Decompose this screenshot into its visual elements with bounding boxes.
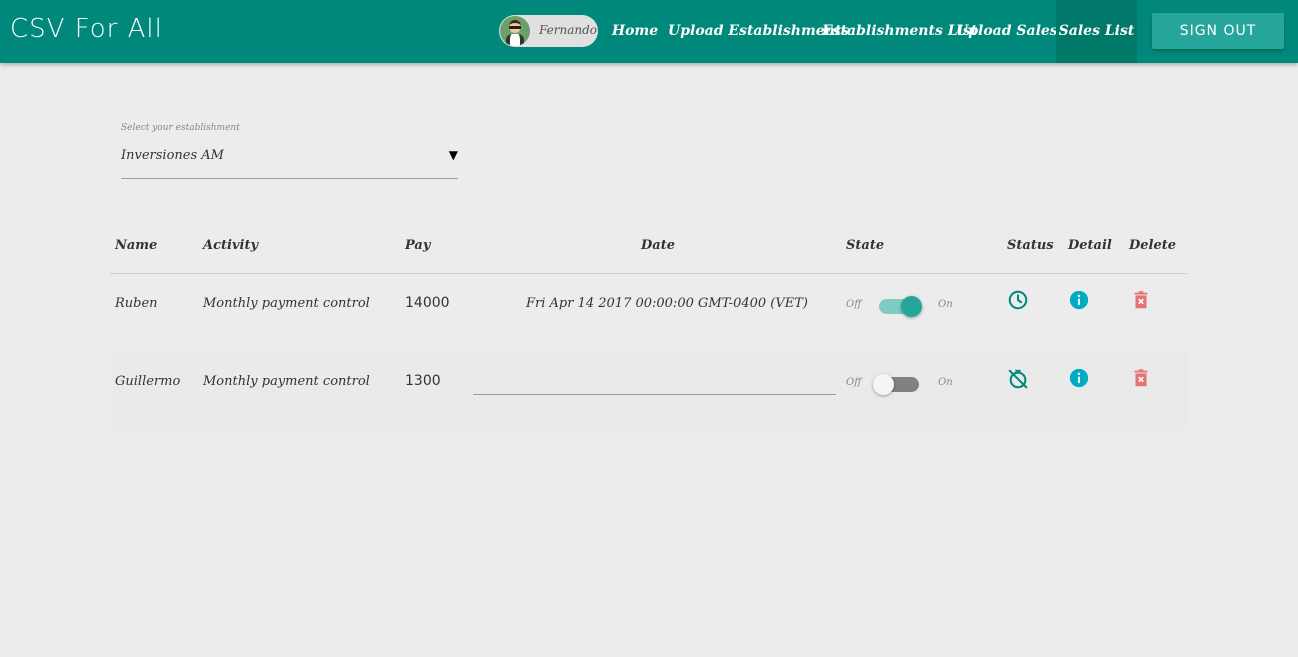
nav-establishments-list[interactable]: Establishments List (822, 0, 977, 63)
header-date: Date (641, 238, 675, 253)
row-pay: 1300 (405, 373, 441, 389)
toggle-knob (901, 296, 922, 317)
header-activity: Activity (203, 238, 258, 253)
info-icon[interactable] (1068, 289, 1090, 311)
app-title[interactable]: CSV For All (10, 14, 163, 44)
avatar (500, 16, 530, 46)
row-name: Guillermo (115, 374, 181, 389)
row-name: Ruben (115, 296, 158, 311)
switch-on-label: On (938, 377, 953, 388)
row-date: Fri Apr 14 2017 00:00:00 GMT-0400 (VET) (526, 296, 808, 311)
header-status: Status (1007, 238, 1054, 253)
date-input[interactable] (473, 370, 836, 395)
header-pay: Pay (405, 238, 431, 253)
toggle-knob (873, 374, 894, 395)
sign-out-button[interactable]: SIGN OUT (1152, 13, 1284, 49)
nav-upload-sales[interactable]: Upload Sales (956, 0, 1058, 63)
header-state: State (846, 238, 885, 253)
switch-off-label: Off (846, 299, 862, 310)
header-detail: Detail (1068, 238, 1112, 253)
state-toggle[interactable] (873, 374, 919, 395)
row-activity: Monthly payment control (203, 296, 370, 311)
delete-icon[interactable] (1130, 367, 1152, 389)
dropdown-arrow-icon[interactable]: ▼ (449, 148, 458, 162)
state-toggle[interactable] (879, 296, 922, 317)
row-pay: 14000 (405, 295, 450, 311)
nav-upload-establishments[interactable]: Upload Establishments (668, 0, 849, 63)
info-icon[interactable] (1068, 367, 1090, 389)
top-navbar: CSV For All Fernando Home Upload Establi… (0, 0, 1298, 63)
clock-icon[interactable] (1007, 289, 1029, 311)
header-delete: Delete (1129, 238, 1177, 253)
establishment-select[interactable]: Inversiones AM ▼ (121, 145, 458, 179)
table-row (110, 274, 1187, 352)
header-name: Name (115, 238, 158, 253)
switch-off-label: Off (846, 377, 862, 388)
establishment-select-value: Inversiones AM (121, 148, 224, 163)
user-name: Fernando (539, 23, 598, 37)
switch-on-label: On (938, 299, 953, 310)
nav-sales-list[interactable]: Sales List (1056, 0, 1137, 63)
delete-icon[interactable] (1130, 289, 1152, 311)
timer-off-icon[interactable] (1007, 368, 1029, 390)
user-chip[interactable]: Fernando (499, 15, 598, 47)
nav-home[interactable]: Home (606, 0, 664, 63)
row-activity: Monthly payment control (203, 374, 370, 389)
establishment-select-label: Select your establishment (121, 123, 240, 133)
